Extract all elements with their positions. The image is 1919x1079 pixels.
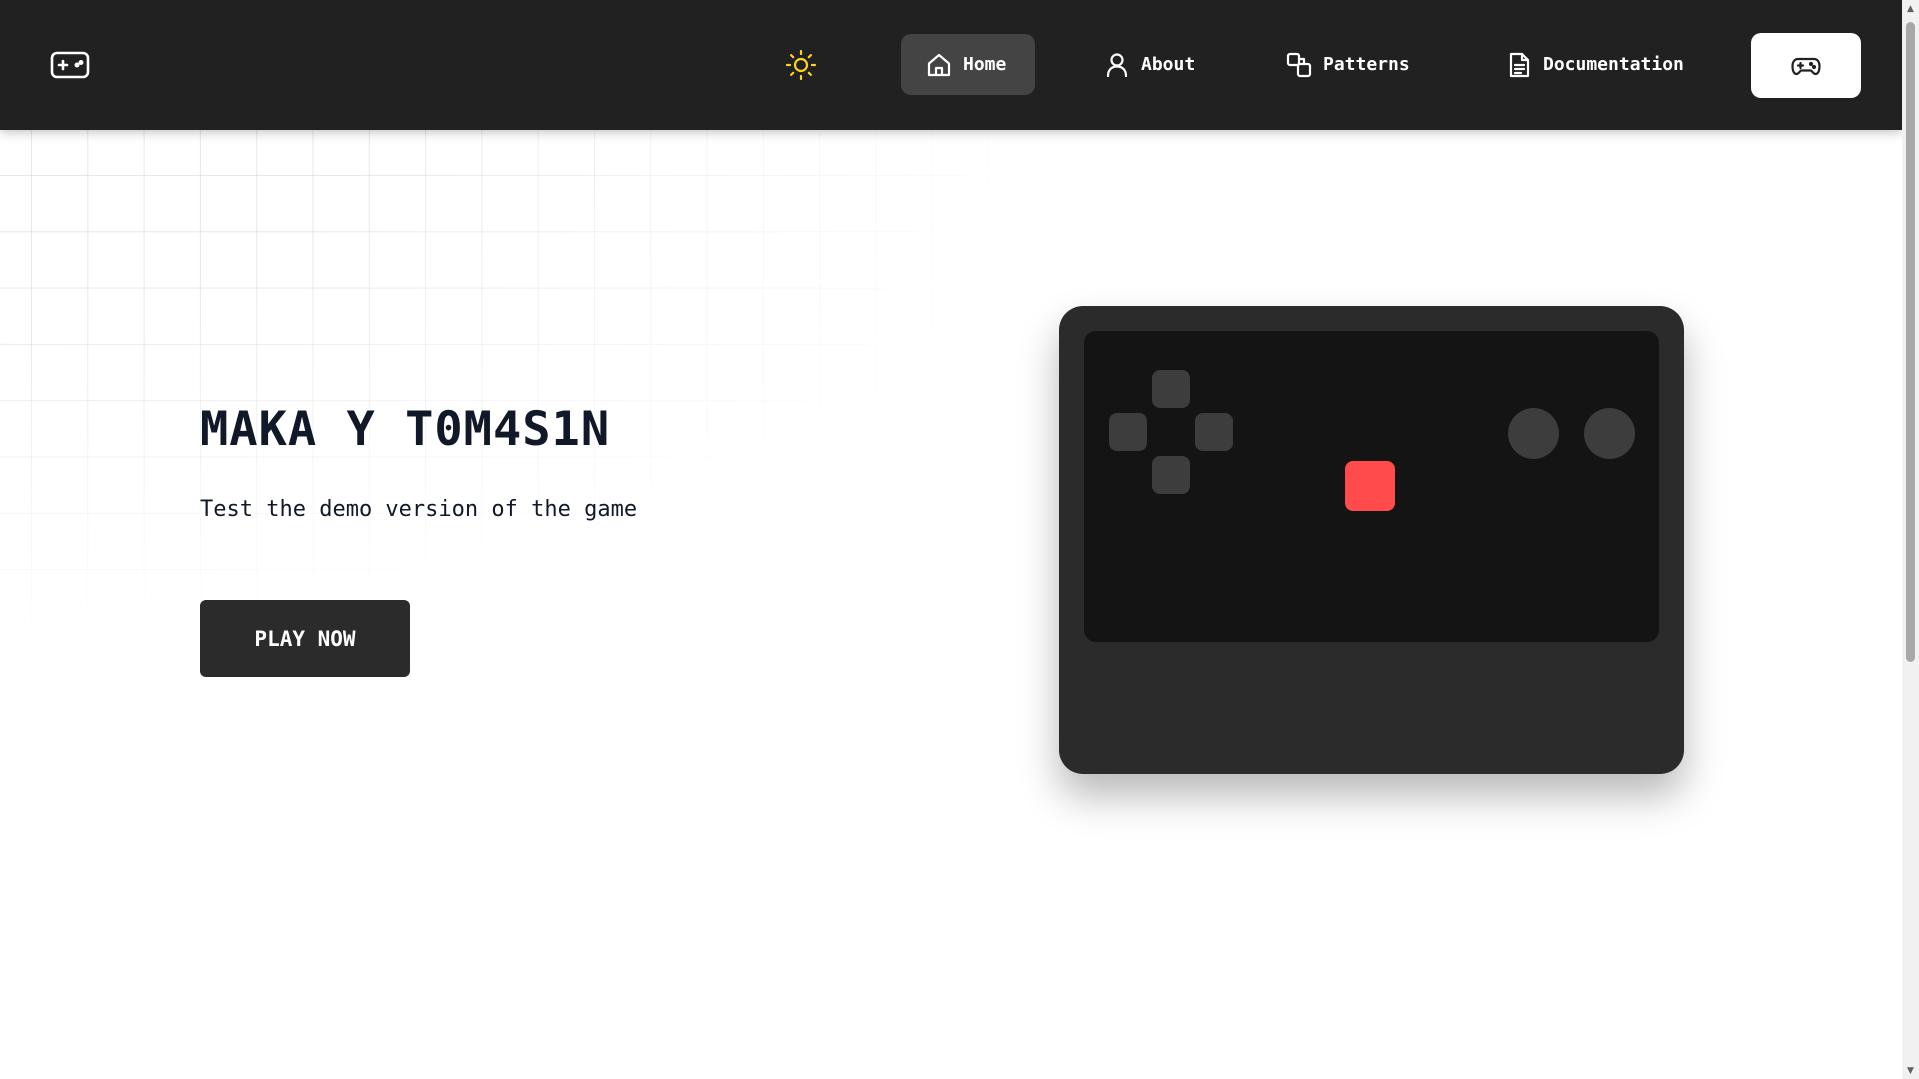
dpad-up — [1152, 370, 1190, 408]
top-navbar: Home About Patterns Documentation — [0, 0, 1902, 130]
nav-home-label: Home — [963, 54, 1007, 75]
document-icon — [1509, 52, 1530, 77]
gamepad-icon — [1791, 57, 1821, 75]
console-screen — [1084, 331, 1659, 642]
scroll-down-arrow-icon[interactable]: ▼ — [1902, 1062, 1919, 1079]
sun-icon[interactable] — [785, 49, 817, 81]
nav-home[interactable]: Home — [901, 34, 1035, 95]
nav-about-label: About — [1141, 54, 1196, 75]
home-icon — [927, 53, 951, 76]
dpad-down — [1152, 456, 1190, 494]
user-icon — [1106, 52, 1128, 77]
nav-documentation[interactable]: Documentation — [1481, 34, 1708, 95]
action-button-b — [1584, 408, 1635, 459]
scrollbar[interactable]: ▲ ▼ — [1902, 0, 1919, 1079]
action-button-a — [1508, 408, 1559, 459]
nav-patterns-label: Patterns — [1323, 54, 1410, 75]
hero-title: MAKA Y T0M4S1N — [200, 402, 611, 457]
play-game-button[interactable] — [1751, 33, 1861, 98]
scroll-up-arrow-icon[interactable]: ▲ — [1902, 0, 1919, 17]
nav-documentation-label: Documentation — [1543, 54, 1684, 75]
dpad-left — [1109, 413, 1147, 451]
nav-about[interactable]: About — [1079, 34, 1219, 95]
player-sprite — [1345, 461, 1395, 511]
hero-subtitle: Test the demo version of the game — [200, 497, 638, 522]
scroll-thumb[interactable] — [1906, 22, 1915, 662]
shapes-icon — [1286, 52, 1312, 77]
game-console-illustration — [1059, 306, 1684, 774]
gamepad-logo-icon[interactable] — [50, 50, 90, 80]
nav-patterns[interactable]: Patterns — [1261, 34, 1434, 95]
dpad-right — [1195, 413, 1233, 451]
play-now-button[interactable]: PLAY NOW — [200, 600, 410, 677]
